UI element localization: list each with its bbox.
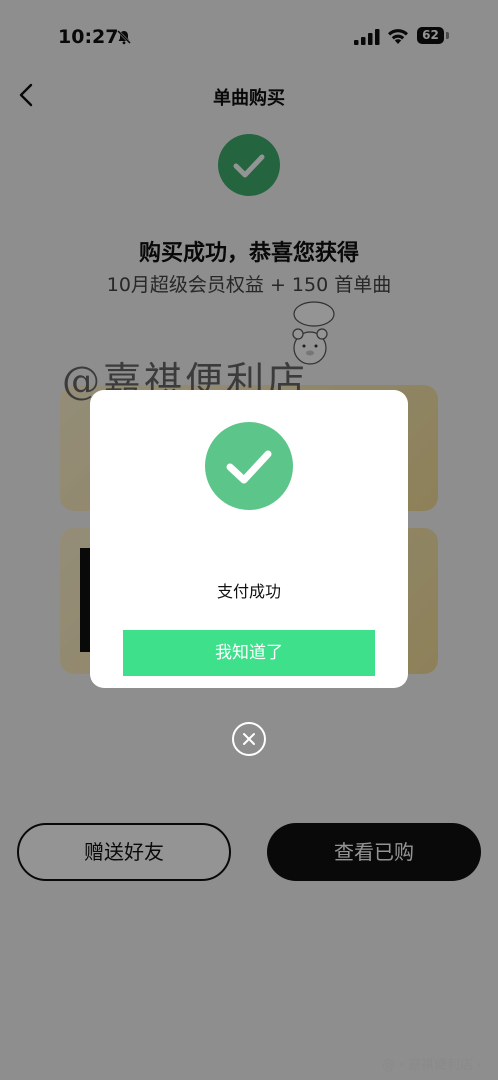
dialog-message: 支付成功: [216, 582, 281, 601]
close-dialog-icon[interactable]: [232, 722, 266, 756]
payment-success-check-icon: [205, 422, 293, 510]
payment-success-dialog: 支付成功 我知道了: [90, 390, 408, 688]
confirm-button[interactable]: 我知道了: [123, 630, 375, 676]
